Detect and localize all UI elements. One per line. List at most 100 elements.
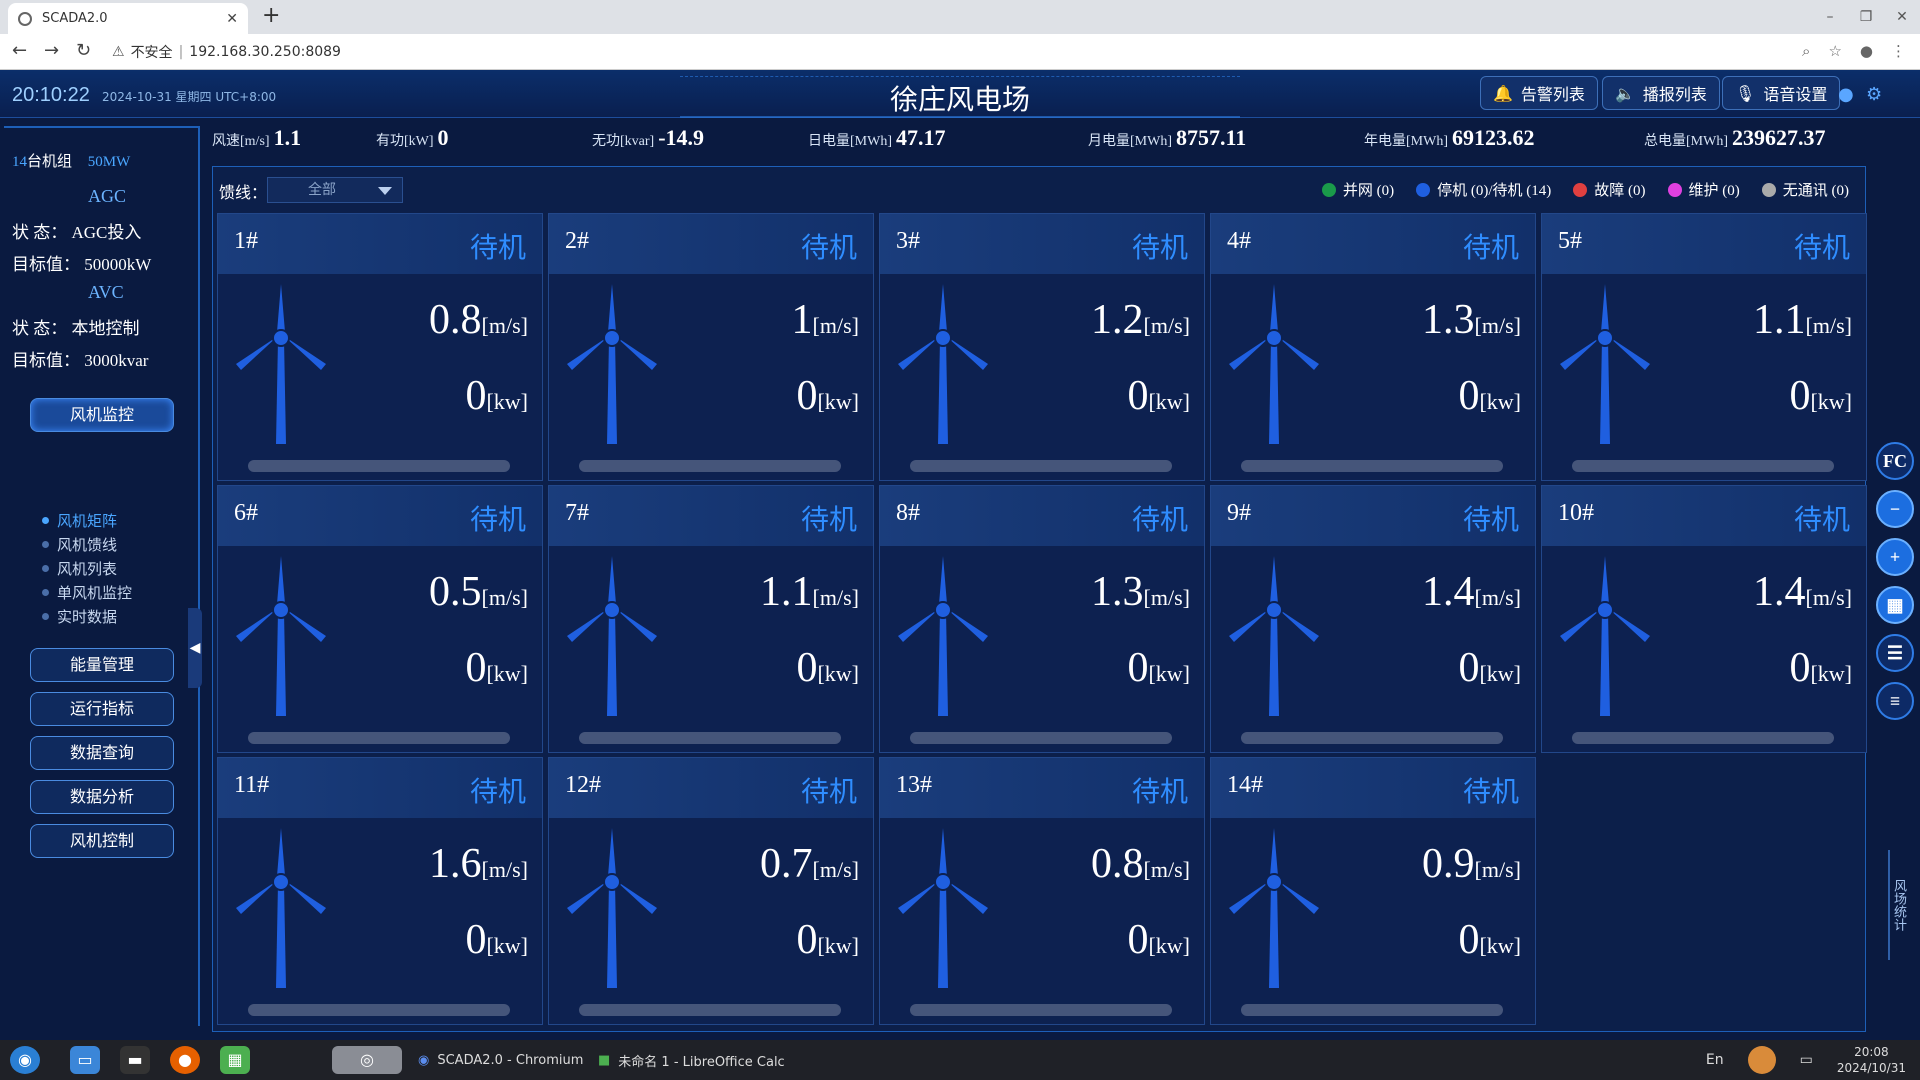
- close-window-icon[interactable]: ✕: [1884, 0, 1920, 34]
- turbine-card[interactable]: 3# 待机 1.2[m/s] 0[kw]: [879, 213, 1205, 481]
- menu-turbine-control[interactable]: 风机控制: [30, 824, 174, 858]
- list-view-icon[interactable]: ≡: [1876, 682, 1914, 720]
- turbine-status: 待机: [469, 775, 526, 808]
- taskbar-app-calc[interactable]: ■ 未命名 1 - LibreOffice Calc: [590, 1044, 793, 1076]
- gear-icon[interactable]: ⚙: [1866, 84, 1882, 105]
- terminal-icon[interactable]: ▬: [120, 1046, 150, 1074]
- close-tab-icon[interactable]: ✕: [226, 11, 238, 27]
- turbine-status: 待机: [1462, 503, 1519, 536]
- turbine-status: 待机: [469, 231, 526, 264]
- menu-operation-index[interactable]: 运行指标: [30, 692, 174, 726]
- turbine-power: 0[kw]: [1458, 917, 1521, 963]
- stat-reactive-power: 无功[kvar] -14.9: [592, 125, 705, 150]
- warning-icon: ⚠: [112, 44, 125, 60]
- turbine-card[interactable]: 5# 待机 1.1[m/s] 0[kw]: [1541, 213, 1867, 481]
- right-toolbar: FC − + ▦ ☰ ≡: [1876, 442, 1914, 720]
- url-field[interactable]: ⚠ 不安全 | 192.168.30.250:8089: [112, 38, 1832, 66]
- submenu-realtime-data[interactable]: 实时数据: [42, 604, 132, 628]
- bookmark-star-icon[interactable]: ☆: [1828, 42, 1841, 60]
- restore-icon[interactable]: ❐: [1848, 0, 1884, 34]
- calc-icon[interactable]: ▦: [220, 1046, 250, 1074]
- legend-item: 故障 (0): [1573, 179, 1646, 200]
- turbine-status: 待机: [1462, 775, 1519, 808]
- power-progress-bar: [579, 460, 841, 472]
- legend-item: 并网 (0): [1321, 179, 1394, 200]
- turbine-status: 待机: [1131, 231, 1188, 264]
- power-progress-bar: [910, 1004, 1172, 1016]
- firefox-icon[interactable]: ●: [170, 1046, 200, 1074]
- zoom-out-icon[interactable]: −: [1876, 490, 1914, 528]
- farm-statistics-tab[interactable]: 风场统计: [1888, 850, 1908, 960]
- turbine-wind-speed: 1.4[m/s]: [1422, 569, 1521, 615]
- turbine-card[interactable]: 8# 待机 1.3[m/s] 0[kw]: [879, 485, 1205, 753]
- turbine-card[interactable]: 10# 待机 1.4[m/s] 0[kw]: [1541, 485, 1867, 753]
- turbine-status: 待机: [1793, 231, 1850, 264]
- menu-dots-icon[interactable]: ⋮: [1891, 42, 1906, 60]
- turbine-card[interactable]: 12# 待机 0.7[m/s] 0[kw]: [548, 757, 874, 1025]
- chromium-icon[interactable]: ◎: [332, 1046, 402, 1074]
- wind-turbine-icon: [236, 556, 326, 716]
- turbine-card[interactable]: 2# 待机 1[m/s] 0[kw]: [548, 213, 874, 481]
- grid-view-icon[interactable]: ▦: [1876, 586, 1914, 624]
- forward-icon[interactable]: →: [44, 40, 59, 61]
- turbine-status: 待机: [469, 503, 526, 536]
- turbine-card[interactable]: 4# 待机 1.3[m/s] 0[kw]: [1210, 213, 1536, 481]
- submenu-turbine-matrix[interactable]: 风机矩阵: [42, 508, 132, 532]
- zoom-in-icon[interactable]: +: [1876, 538, 1914, 576]
- turbine-power: 0[kw]: [796, 645, 859, 691]
- address-bar: ← → ↻ ⚠ 不安全 | 192.168.30.250:8089 ⌕ ☆ ● …: [0, 34, 1920, 70]
- back-icon[interactable]: ←: [12, 40, 27, 61]
- browser-tabbar: SCADA2.0 ✕ + – ❐ ✕: [0, 0, 1920, 34]
- submenu-turbine-list[interactable]: 风机列表: [42, 556, 132, 580]
- start-menu-icon[interactable]: ◉: [10, 1046, 40, 1074]
- submenu-single-turbine[interactable]: 单风机监控: [42, 580, 132, 604]
- feeder-label: 馈线：: [219, 183, 268, 202]
- new-tab-button[interactable]: +: [262, 3, 280, 28]
- turbine-card[interactable]: 13# 待机 0.8[m/s] 0[kw]: [879, 757, 1205, 1025]
- menu-turbine-monitor[interactable]: 风机监控: [30, 398, 174, 432]
- turbine-card[interactable]: 11# 待机 1.6[m/s] 0[kw]: [217, 757, 543, 1025]
- turbine-card[interactable]: 1# 待机 0.8[m/s] 0[kw]: [217, 213, 543, 481]
- submenu-turbine-feeder[interactable]: 风机馈线: [42, 532, 132, 556]
- menu-energy-management[interactable]: 能量管理: [30, 648, 174, 682]
- voice-settings-button[interactable]: 🎙 语音设置: [1722, 76, 1841, 110]
- turbine-card[interactable]: 14# 待机 0.9[m/s] 0[kw]: [1210, 757, 1536, 1025]
- turbine-power: 0[kw]: [1127, 373, 1190, 419]
- turbine-matrix-panel: 馈线： 全部 并网 (0) 停机 (0)/待机 (14) 故障 (0) 维护 (0) 无…: [212, 166, 1867, 1032]
- fc-button[interactable]: FC: [1876, 442, 1914, 480]
- reload-icon[interactable]: ↻: [76, 40, 91, 61]
- wind-turbine-icon: [236, 828, 326, 988]
- sidebar-collapse-button[interactable]: ◀: [188, 608, 202, 688]
- display-icon[interactable]: ▭: [1800, 1052, 1813, 1068]
- turbine-status: 待机: [1131, 775, 1188, 808]
- turbine-id: 8#: [896, 500, 920, 526]
- file-manager-icon[interactable]: ▭: [70, 1046, 100, 1074]
- unit-summary: 14台机组 50MW: [12, 154, 131, 170]
- card-view-icon[interactable]: ☰: [1876, 634, 1914, 672]
- broadcast-list-button[interactable]: 🔈 播报列表: [1602, 76, 1720, 110]
- status-dot-icon: [1573, 182, 1588, 197]
- language-indicator[interactable]: En: [1706, 1052, 1724, 1068]
- browser-tab[interactable]: SCADA2.0 ✕: [8, 3, 248, 34]
- zoom-icon[interactable]: ⌕: [1802, 42, 1810, 60]
- taskbar-clock[interactable]: 20:08 2024/10/31: [1837, 1044, 1906, 1076]
- user-icon[interactable]: ●: [1838, 84, 1854, 105]
- power-progress-bar: [248, 732, 510, 744]
- alarm-list-button[interactable]: 🔔 告警列表: [1480, 76, 1598, 110]
- power-progress-bar: [248, 1004, 510, 1016]
- turbine-power: 0[kw]: [1458, 645, 1521, 691]
- wind-turbine-icon: [898, 828, 988, 988]
- turbine-card[interactable]: 7# 待机 1.1[m/s] 0[kw]: [548, 485, 874, 753]
- menu-data-analysis[interactable]: 数据分析: [30, 780, 174, 814]
- menu-data-query[interactable]: 数据查询: [30, 736, 174, 770]
- taskbar-app-chromium[interactable]: ◉ SCADA2.0 - Chromium: [410, 1044, 591, 1076]
- feeder-select[interactable]: 全部: [267, 177, 403, 203]
- profile-icon[interactable]: ●: [1860, 42, 1873, 60]
- minimize-icon[interactable]: –: [1812, 0, 1848, 34]
- tray-avatar-icon[interactable]: [1747, 1046, 1776, 1074]
- turbine-card[interactable]: 9# 待机 1.4[m/s] 0[kw]: [1210, 485, 1536, 753]
- turbine-wind-speed: 1.3[m/s]: [1091, 569, 1190, 615]
- legend-item: 无通讯 (0): [1761, 179, 1849, 200]
- turbine-wind-speed: 0.8[m/s]: [429, 297, 528, 343]
- turbine-card[interactable]: 6# 待机 0.5[m/s] 0[kw]: [217, 485, 543, 753]
